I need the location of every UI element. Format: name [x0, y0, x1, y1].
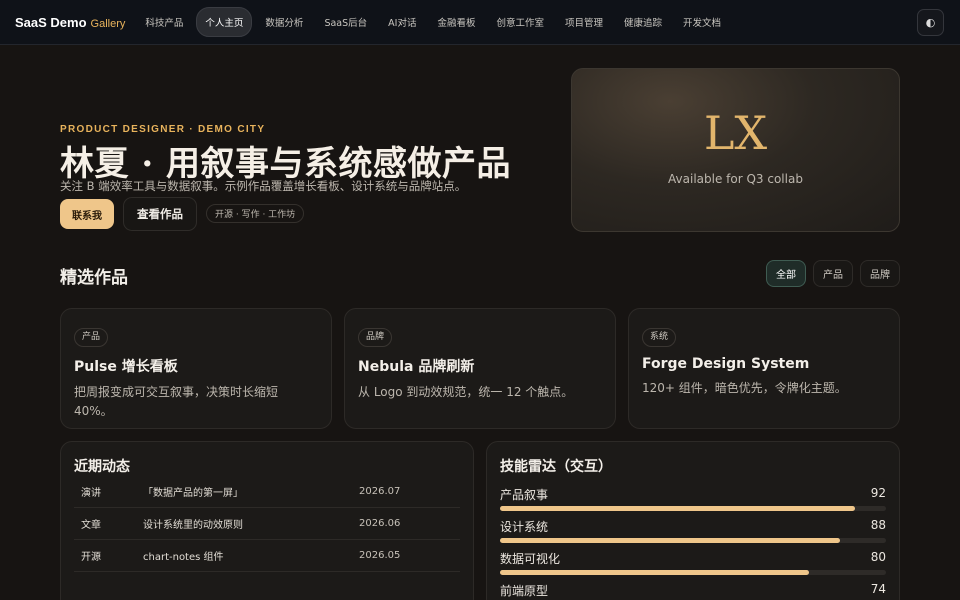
skills-title: 技能雷达（交互）	[500, 459, 612, 475]
top-nav: SaaS Demo Gallery 科技产品 个人主页 数据分析 SaaS后台 A…	[0, 0, 960, 45]
activity-name: 设计系统里的动效原则	[143, 520, 243, 531]
activity-panel: 近期动态 演讲 「数据产品的第一屏」 2026.07 文章 设计系统里的动效原则…	[60, 441, 474, 600]
works-section-title: 精选作品	[60, 268, 128, 288]
work-tag: 系统	[642, 328, 677, 347]
skill-header: 产品叙事 92	[500, 486, 886, 503]
activity-date: 2026.06	[359, 518, 401, 529]
skill-bar	[500, 538, 886, 543]
half-circle-icon: ◐	[925, 16, 936, 29]
skill-name: 数据可视化	[500, 552, 561, 566]
work-description: 120+ 组件，暗色优先，令牌化主题。	[642, 381, 847, 395]
filter-all[interactable]: 全部	[766, 260, 806, 287]
nav-item-finance[interactable]: 金融看板	[429, 8, 483, 36]
activity-name: chart-notes 组件	[143, 552, 224, 563]
filter-brand[interactable]: 品牌	[860, 260, 900, 287]
skill-bar	[500, 570, 886, 575]
activity-row[interactable]: 演讲 「数据产品的第一屏」 2026.07	[74, 476, 460, 508]
brand-name: SaaS Demo	[15, 14, 87, 30]
activity-row[interactable]: 文章 设计系统里的动效原则 2026.06	[74, 508, 460, 540]
work-description: 从 Logo 到动效规范，统一 12 个触点。	[358, 385, 574, 399]
skill-item[interactable]: 设计系统 88	[500, 518, 886, 543]
activity-date: 2026.05	[359, 550, 401, 561]
skill-item[interactable]: 前端原型 74	[500, 582, 886, 600]
nav-item-saas-admin[interactable]: SaaS后台	[316, 8, 375, 36]
skill-name: 设计系统	[500, 520, 549, 534]
work-title: Pulse 增长看板	[74, 359, 178, 375]
work-card-forge[interactable]: 系统 Forge Design System 120+ 组件，暗色优先，令牌化主…	[628, 308, 900, 429]
works-filters: 全部 产品 品牌	[759, 260, 900, 287]
view-works-button[interactable]: 查看作品	[123, 197, 197, 231]
work-tag: 品牌	[358, 328, 393, 347]
theme-toggle-button[interactable]: ◐	[917, 9, 944, 36]
skill-value: 80	[870, 550, 886, 564]
nav-item-studio[interactable]: 创意工作室	[488, 8, 552, 36]
nav-item-tech[interactable]: 科技产品	[137, 8, 191, 36]
work-card-pulse[interactable]: 产品 Pulse 增长看板 把周报变成可交互叙事，决策时长缩短 40%。	[60, 308, 332, 429]
skill-header: 设计系统 88	[500, 518, 886, 535]
work-card-nebula[interactable]: 品牌 Nebula 品牌刷新 从 Logo 到动效规范，统一 12 个触点。	[344, 308, 616, 429]
skill-item[interactable]: 数据可视化 80	[500, 550, 886, 575]
skill-item[interactable]: 产品叙事 92	[500, 486, 886, 511]
skills-list: 产品叙事 92 设计系统 88 数据可视化 80 前端原型 74	[500, 486, 886, 600]
skill-header: 前端原型 74	[500, 582, 886, 599]
nav-item-health[interactable]: 健康追踪	[616, 8, 670, 36]
nav-item-ai-chat[interactable]: AI对话	[380, 8, 424, 36]
skill-bar-fill	[500, 506, 856, 511]
activity-title: 近期动态	[74, 459, 130, 475]
availability-status: Available for Q3 collab	[668, 172, 803, 186]
work-description: 把周报变成可交互叙事，决策时长缩短 40%。	[74, 385, 279, 418]
brand-logo[interactable]: SaaS Demo Gallery	[15, 15, 125, 30]
skill-value: 92	[870, 486, 886, 500]
activity-type: 开源	[81, 552, 101, 563]
contact-button[interactable]: 联系我	[60, 199, 114, 229]
skill-header: 数据可视化 80	[500, 550, 886, 567]
work-title: Forge Design System	[642, 356, 810, 372]
work-title: Nebula 品牌刷新	[358, 359, 475, 375]
skill-value: 74	[870, 582, 886, 596]
activity-row[interactable]: 开源 chart-notes 组件 2026.05	[74, 540, 460, 572]
brand-suffix: Gallery	[90, 17, 126, 30]
profile-card: LX Available for Q3 collab	[571, 68, 900, 232]
filter-product[interactable]: 产品	[813, 260, 853, 287]
activity-type: 演讲	[81, 488, 101, 499]
nav-items: 科技产品 个人主页 数据分析 SaaS后台 AI对话 金融看板 创意工作室 项目…	[137, 7, 734, 37]
nav-item-profile[interactable]: 个人主页	[196, 7, 253, 37]
skill-name: 前端原型	[500, 584, 549, 598]
skill-name: 产品叙事	[500, 488, 549, 502]
activity-name: 「数据产品的第一屏」	[143, 488, 243, 499]
activity-date: 2026.07	[359, 486, 401, 497]
skill-bar	[500, 506, 886, 511]
skill-bar-fill	[500, 570, 809, 575]
activity-type: 文章	[81, 520, 101, 531]
nav-item-docs[interactable]: 开发文档	[675, 8, 729, 36]
nav-item-analytics[interactable]: 数据分析	[257, 8, 311, 36]
hero-eyebrow: PRODUCT DESIGNER · DEMO CITY	[60, 124, 266, 135]
interests-chip: 开源 · 写作 · 工作坊	[206, 204, 305, 223]
skills-panel: 技能雷达（交互） 产品叙事 92 设计系统 88 数据可视化 80 前端原型 74	[486, 441, 900, 600]
avatar-initials: LX	[703, 106, 768, 160]
hero-subtitle: 关注 B 端效率工具与数据叙事。示例作品覆盖增长看板、设计系统与品牌站点。	[60, 179, 467, 193]
work-tag: 产品	[74, 328, 109, 347]
nav-item-projects[interactable]: 项目管理	[557, 8, 611, 36]
skill-value: 88	[870, 518, 886, 532]
skill-bar-fill	[500, 538, 840, 543]
